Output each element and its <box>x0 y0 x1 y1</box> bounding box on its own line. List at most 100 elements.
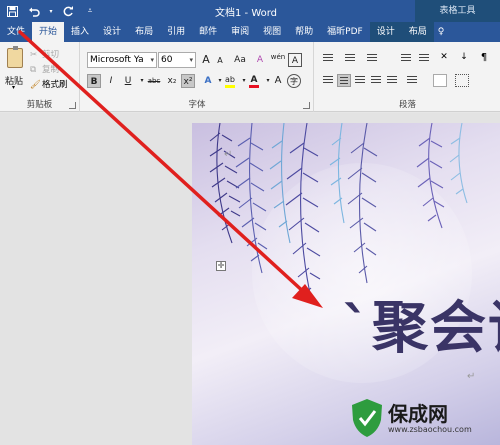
clipboard-launcher-icon[interactable] <box>69 102 76 109</box>
change-case-label: Aa <box>234 55 246 65</box>
customize-qat-icon[interactable]: ⩡ <box>82 3 98 19</box>
clear-formatting-button[interactable]: A <box>253 53 267 67</box>
tab-review[interactable]: 审阅 <box>224 22 256 42</box>
copy-label: 复制 <box>42 65 60 75</box>
phonetic-guide-label: wén <box>270 53 286 61</box>
subscript-button[interactable]: x₂ <box>165 74 179 88</box>
copy-icon: ⧉ <box>30 64 37 75</box>
decrease-indent-button[interactable] <box>399 52 413 65</box>
chevron-down-icon[interactable]: ▾ <box>48 3 54 19</box>
scissors-icon: ✂ <box>30 49 38 60</box>
distributed-button[interactable] <box>385 74 399 87</box>
redo-icon[interactable] <box>60 3 76 19</box>
multilevel-list-button[interactable] <box>365 52 379 65</box>
chinese-layout-button[interactable]: ✕ <box>437 52 451 65</box>
bullets-button[interactable] <box>321 52 335 65</box>
font-size-value: 60 <box>161 55 173 65</box>
tab-home[interactable]: 开始 <box>32 22 65 42</box>
strikethrough-button[interactable]: abc <box>145 74 163 88</box>
increase-indent-icon <box>419 54 429 63</box>
format-painter-button[interactable]: 🖌 格式刷 <box>30 78 68 91</box>
multilevel-list-icon <box>367 54 377 63</box>
grow-font-button[interactable]: A <box>199 53 213 67</box>
shading-button[interactable] <box>433 74 447 87</box>
clipboard-group-label: 剪贴板 <box>26 100 53 110</box>
increase-indent-button[interactable] <box>417 52 431 65</box>
font-group: Microsoft Ya ▾ 60 ▾ A A Aa A wén A B I U… <box>81 42 314 112</box>
clipboard-group: 粘贴 ▾ ✂ 剪切 ⧉ 复制 🖌 格式刷 剪贴板 <box>0 42 80 112</box>
lightbulb-icon[interactable]: ♀ <box>434 22 449 42</box>
character-shading-button[interactable]: A <box>271 74 285 88</box>
paste-button[interactable]: 粘贴 ▾ <box>4 46 26 91</box>
line-spacing-button[interactable] <box>405 74 419 87</box>
align-right-button[interactable] <box>353 74 367 87</box>
chevron-down-icon: ▾ <box>189 56 193 64</box>
strikethrough-label: abc <box>147 77 161 85</box>
clear-formatting-label: A <box>256 55 264 65</box>
ribbon: 粘贴 ▾ ✂ 剪切 ⧉ 复制 🖌 格式刷 剪贴板 Microsoft Ya ▾ … <box>0 42 500 112</box>
tab-foxit-pdf[interactable]: 福昕PDF <box>320 22 370 42</box>
table-tools-label: 表格工具 <box>415 0 500 22</box>
change-case-button[interactable]: Aa <box>231 53 249 67</box>
underline-button[interactable]: U <box>121 74 135 88</box>
align-center-button[interactable] <box>337 74 351 87</box>
paste-icon <box>7 46 23 68</box>
borders-button[interactable] <box>455 74 469 87</box>
shading-icon <box>436 77 444 86</box>
watermark-url: www.zsbaochou.com <box>388 424 472 434</box>
superscript-button[interactable]: x² <box>181 74 195 88</box>
character-border-button[interactable]: A <box>288 53 302 67</box>
font-name-select[interactable]: Microsoft Ya ▾ <box>87 52 157 68</box>
italic-button[interactable]: I <box>104 74 118 88</box>
ribbon-tabs: 文件 开始 插入 设计 布局 引用 邮件 审阅 视图 帮助 福昕PDF 设计 布… <box>0 22 500 42</box>
enclose-characters-button[interactable]: 字 <box>287 74 301 88</box>
shrink-font-button[interactable]: A <box>213 54 227 68</box>
tab-layout[interactable]: 布局 <box>128 22 160 42</box>
tab-references[interactable]: 引用 <box>160 22 192 42</box>
table-move-handle[interactable]: ✛ <box>216 261 226 271</box>
document-page[interactable]: ↵ ✛ `聚会请 ↵ <box>192 123 500 445</box>
title-bar: ▾ ⩡ 文档1 - Word 表格工具 <box>0 0 500 22</box>
justify-button[interactable] <box>369 74 383 87</box>
tab-design[interactable]: 设计 <box>96 22 128 42</box>
shield-icon <box>352 399 382 437</box>
tab-file[interactable]: 文件 <box>0 22 32 42</box>
tab-mailings[interactable]: 邮件 <box>192 22 224 42</box>
paragraph-group-label: 段落 <box>398 100 416 110</box>
font-launcher-icon[interactable] <box>303 102 310 109</box>
sort-button[interactable]: ↓ <box>457 52 471 65</box>
highlight-button[interactable]: ab <box>223 73 237 88</box>
italic-label: I <box>109 76 113 86</box>
quick-access-toolbar: ▾ ⩡ <box>4 3 98 19</box>
cut-button[interactable]: ✂ 剪切 <box>30 48 59 61</box>
phonetic-guide-button[interactable]: wén <box>269 50 287 64</box>
decrease-indent-icon <box>401 54 411 63</box>
font-name-value: Microsoft Ya <box>90 55 144 65</box>
tab-help[interactable]: 帮助 <box>288 22 320 42</box>
numbering-button[interactable] <box>343 52 357 65</box>
format-painter-label: 格式刷 <box>42 80 68 90</box>
bullets-icon <box>323 54 333 63</box>
chevron-down-icon: ▾ <box>150 56 154 64</box>
font-color-button[interactable]: A <box>247 73 261 88</box>
copy-button[interactable]: ⧉ 复制 <box>30 63 60 76</box>
superscript-label: x² <box>183 77 193 87</box>
tab-table-design[interactable]: 设计 <box>369 22 402 42</box>
highlight-color-swatch <box>225 85 235 88</box>
show-marks-button[interactable]: ¶ <box>477 52 491 65</box>
font-color-icon: A <box>250 75 258 85</box>
align-left-icon <box>323 76 333 85</box>
undo-icon[interactable] <box>26 3 42 19</box>
save-icon[interactable] <box>4 3 20 19</box>
character-border-label: A <box>291 56 299 66</box>
tab-view[interactable]: 视图 <box>256 22 288 42</box>
bold-label: B <box>90 77 98 87</box>
align-left-button[interactable] <box>321 74 335 87</box>
tab-insert[interactable]: 插入 <box>64 22 96 42</box>
underline-label: U <box>124 76 132 86</box>
watermark-title: 保成网 <box>388 401 448 426</box>
bold-button[interactable]: B <box>87 74 101 88</box>
font-size-select[interactable]: 60 ▾ <box>158 52 196 68</box>
shrink-font-label: A <box>217 56 223 65</box>
tab-table-layout[interactable]: 布局 <box>401 22 434 42</box>
